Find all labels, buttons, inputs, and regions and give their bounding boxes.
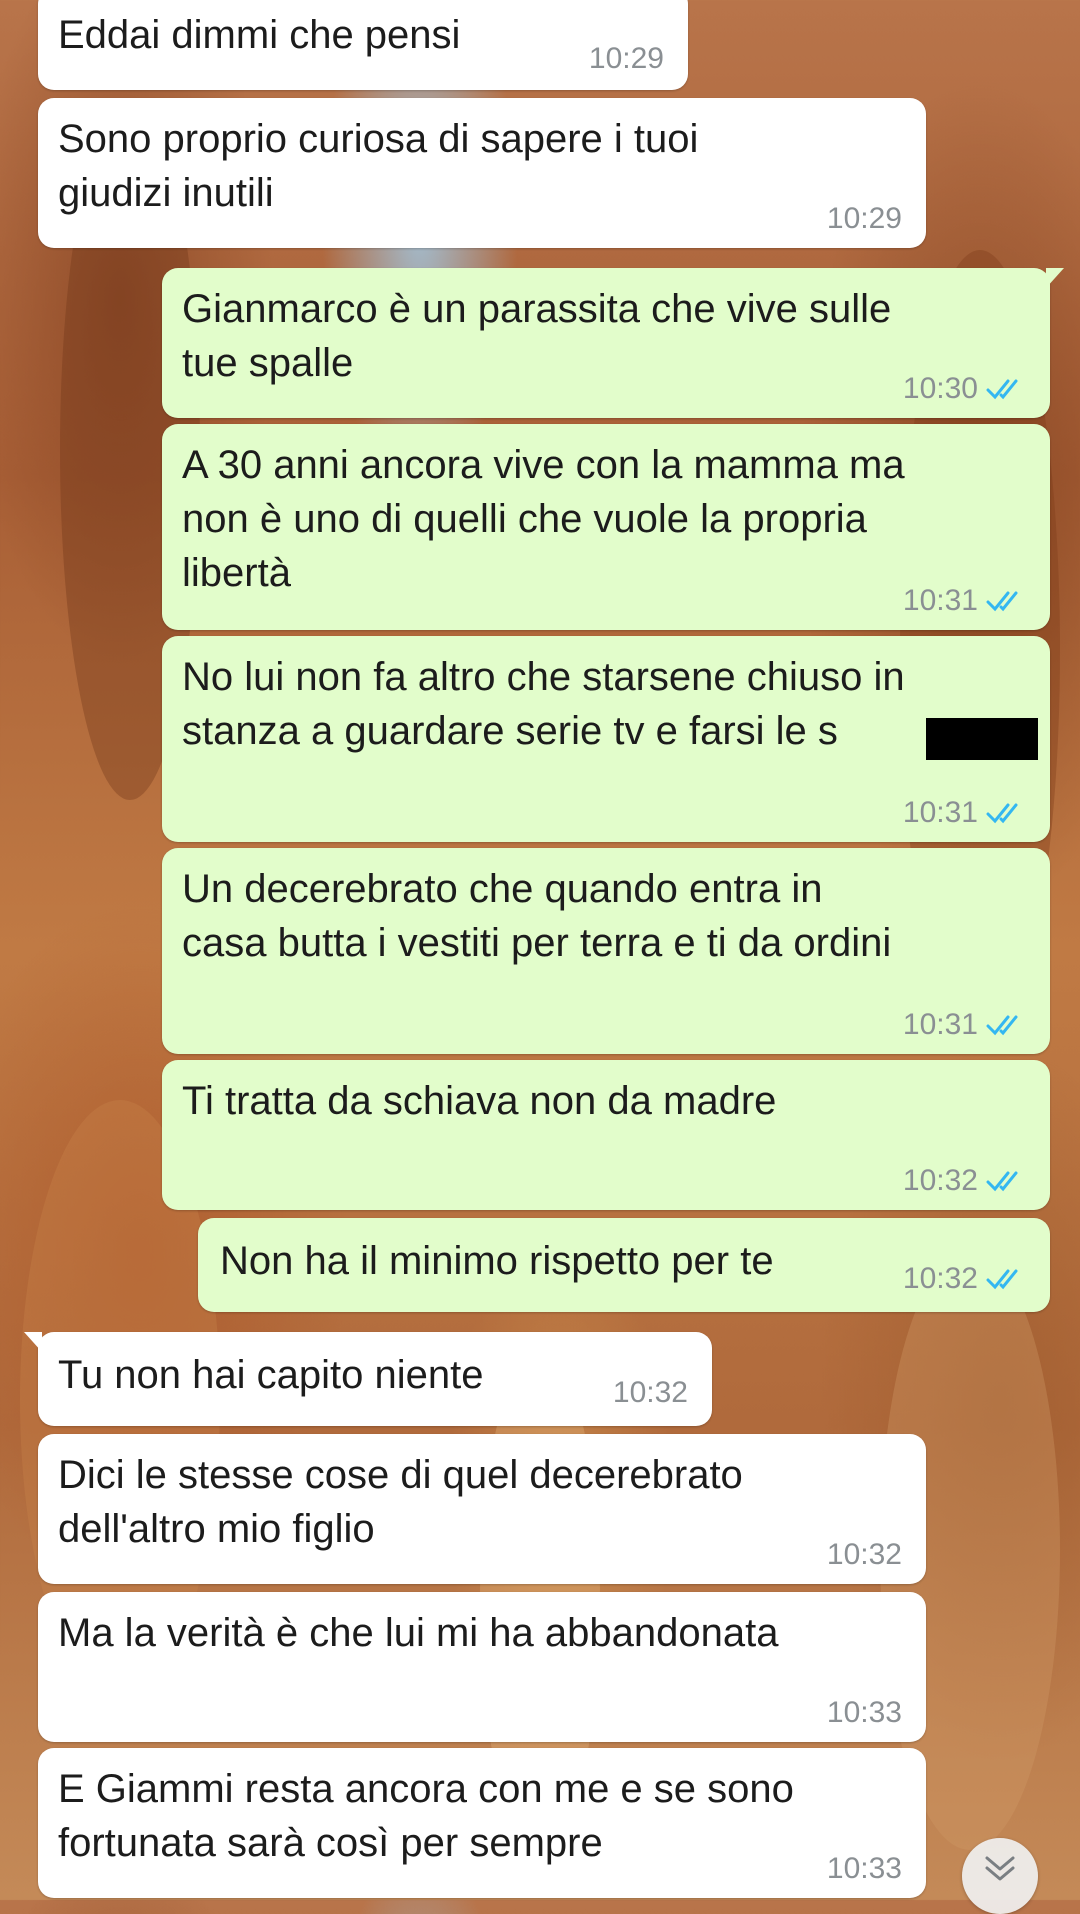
message-time: 10:32 — [902, 1262, 978, 1295]
message-incoming[interactable]: Tu non hai capito niente 10:32 — [24, 1332, 712, 1426]
message-incoming[interactable]: Eddai dimmi che pensi 10:29 — [38, 0, 688, 90]
message-outgoing[interactable]: A 30 anni ancora vive con la mamma ma no… — [162, 424, 1050, 630]
message-outgoing[interactable]: Non ha il minimo rispetto per te 10:32 — [198, 1218, 1050, 1312]
message-time: 10:31 — [902, 584, 978, 617]
message-text: Non ha il minimo rispetto per te — [220, 1239, 774, 1283]
message-text: Sono proprio curiosa di sapere i tuoi gi… — [58, 117, 699, 215]
message-time: 10:33 — [826, 1696, 902, 1729]
double-check-icon — [986, 803, 1018, 824]
message-time: 10:32 — [612, 1376, 688, 1409]
message-time: 10:29 — [588, 42, 664, 75]
message-incoming[interactable]: Sono proprio curiosa di sapere i tuoi gi… — [38, 98, 926, 248]
message-time: 10:31 — [902, 1008, 978, 1041]
message-text: Dici le stesse cose di quel decerebrato … — [58, 1453, 743, 1551]
message-time: 10:31 — [902, 796, 978, 829]
double-check-icon — [986, 1171, 1018, 1192]
message-text: Tu non hai capito niente — [58, 1353, 484, 1397]
message-text: Eddai dimmi che pensi — [58, 13, 461, 57]
message-time: 10:32 — [826, 1538, 902, 1571]
scroll-to-bottom-button[interactable] — [962, 1838, 1038, 1914]
message-time: 10:33 — [826, 1852, 902, 1885]
message-outgoing[interactable]: Gianmarco è un parassita che vive sulle … — [162, 268, 1064, 418]
message-text: Un decerebrato che quando entra in casa … — [182, 867, 892, 965]
bubble-tail — [1046, 268, 1064, 288]
message-text: Ti tratta da schiava non da madre — [182, 1079, 777, 1123]
redaction-bar — [926, 718, 1038, 760]
message-time: 10:30 — [902, 372, 978, 405]
message-incoming[interactable]: Ma la verità è che lui mi ha abbandonata… — [38, 1592, 926, 1742]
message-outgoing[interactable]: No lui non fa altro che starsene chiuso … — [162, 636, 1050, 842]
bubble-tail — [24, 1332, 42, 1352]
message-outgoing[interactable]: Un decerebrato che quando entra in casa … — [162, 848, 1050, 1054]
message-text: Ma la verità è che lui mi ha abbandonata — [58, 1611, 779, 1655]
message-time: 10:32 — [902, 1164, 978, 1197]
message-text: No lui non fa altro che starsene chiuso … — [182, 655, 905, 753]
message-text: A 30 anni ancora vive con la mamma ma no… — [182, 443, 905, 595]
double-check-icon — [986, 1015, 1018, 1036]
message-text: E Giammi resta ancora con me e se sono f… — [58, 1767, 794, 1865]
message-time: 10:29 — [826, 202, 902, 235]
message-text: Gianmarco è un parassita che vive sulle … — [182, 287, 892, 385]
double-check-icon — [986, 1269, 1018, 1290]
message-incoming[interactable]: E Giammi resta ancora con me e se sono f… — [38, 1748, 926, 1898]
double-chevron-down-icon — [985, 1856, 1015, 1881]
message-incoming[interactable]: Dici le stesse cose di quel decerebrato … — [38, 1434, 926, 1584]
double-check-icon — [986, 379, 1018, 400]
double-check-icon — [986, 591, 1018, 612]
message-outgoing[interactable]: Ti tratta da schiava non da madre 10:32 — [162, 1060, 1050, 1210]
